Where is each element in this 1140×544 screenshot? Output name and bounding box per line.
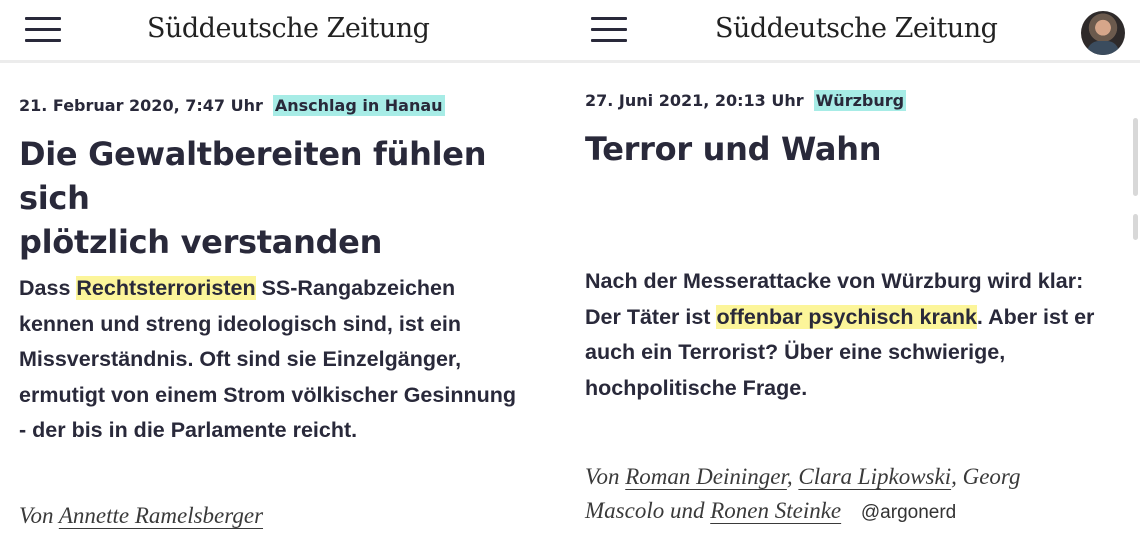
highlighted-phrase: offenbar psychisch krank xyxy=(716,304,977,329)
author-link[interactable]: Roman Deininger xyxy=(625,464,787,489)
author-name[interactable]: Mascolo xyxy=(585,498,664,523)
byline: Von Annette Ramelsberger xyxy=(19,503,264,528)
author-link[interactable]: Annette Ramelsberger xyxy=(59,503,263,528)
article-headline[interactable]: Die Gewaltbereiten fühlen sich plötzlich… xyxy=(19,132,559,264)
top-bar: Süddeutsche Zeitung xyxy=(567,0,1140,63)
article-meta: 27. Juni 2021, 20:13 Uhr Würzburg xyxy=(585,90,907,111)
author-name[interactable]: Georg xyxy=(963,464,1021,489)
scrollbar-thumb[interactable] xyxy=(1133,118,1138,196)
article-panel-hanau: Süddeutsche Zeitung 21. Februar 2020, 7:… xyxy=(0,0,567,544)
topic-tag[interactable]: Würzburg xyxy=(813,90,907,111)
headline-line: plötzlich verstanden xyxy=(19,223,383,261)
user-avatar[interactable] xyxy=(1081,11,1125,55)
hamburger-menu-icon[interactable] xyxy=(25,16,61,44)
scrollbar-thumb[interactable] xyxy=(1133,214,1138,240)
sz-logo[interactable]: Süddeutsche Zeitung xyxy=(715,13,998,44)
article-date: 21. Februar 2020, 7:47 Uhr xyxy=(19,96,263,115)
article-teaser: Dass Rechtsterroristen SS-Rangabzeichen … xyxy=(19,276,516,442)
topic-tag[interactable]: Anschlag in Hanau xyxy=(272,95,445,116)
article-headline[interactable]: Terror und Wahn xyxy=(585,127,1125,171)
headline-line: Die Gewaltbereiten fühlen sich xyxy=(19,135,487,217)
article-meta: 21. Februar 2020, 7:47 Uhr Anschlag in Ha… xyxy=(19,95,445,116)
article-date: 27. Juni 2021, 20:13 Uhr xyxy=(585,91,804,110)
sz-logo[interactable]: Süddeutsche Zeitung xyxy=(147,13,430,44)
article-panel-wuerzburg: Süddeutsche Zeitung 27. Juni 2021, 20:13… xyxy=(567,0,1140,544)
hamburger-menu-icon[interactable] xyxy=(591,16,627,44)
article-teaser: Nach der Messerattacke von Würzburg wird… xyxy=(585,269,1095,400)
author-link[interactable]: Clara Lipkowski xyxy=(798,464,951,489)
top-bar: Süddeutsche Zeitung xyxy=(0,0,567,63)
highlighted-phrase: Rechtsterroristen xyxy=(76,276,256,300)
watermark-handle: @argonerd xyxy=(860,502,957,523)
author-link[interactable]: Ronen Steinke xyxy=(710,498,841,523)
byline: Von Roman Deininger, Clara Lipkowski, Ge… xyxy=(585,464,1021,523)
